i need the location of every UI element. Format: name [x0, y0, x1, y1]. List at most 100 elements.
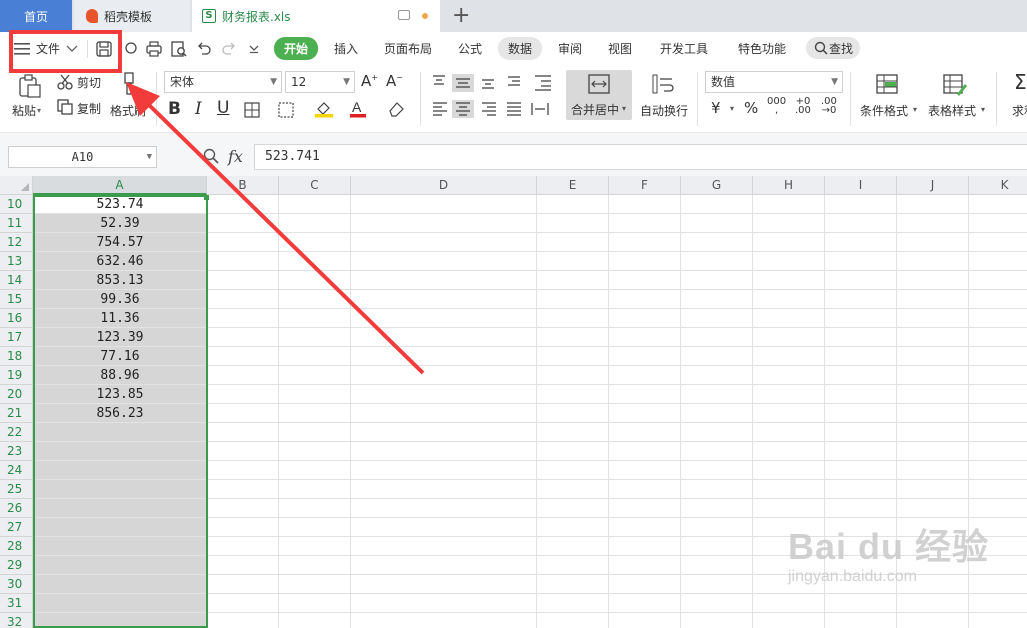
column-header-h[interactable]: H: [753, 176, 825, 195]
row-header[interactable]: 27: [0, 518, 33, 537]
undo-icon[interactable]: [197, 42, 211, 55]
row-header[interactable]: 12: [0, 233, 33, 252]
column-header-b[interactable]: B: [207, 176, 279, 195]
paste-dropdown-icon[interactable]: ▾: [37, 106, 41, 115]
number-format-value: 数值: [711, 75, 736, 89]
horizontal-align-icons[interactable]: [432, 100, 552, 118]
row-header[interactable]: 29: [0, 556, 33, 575]
fill-handle[interactable]: [204, 195, 209, 200]
decrease-decimal-icon[interactable]: .00 →0: [821, 97, 837, 116]
row-header[interactable]: 26: [0, 499, 33, 518]
paste-label[interactable]: 粘贴: [12, 102, 36, 119]
sum-button[interactable]: 求和: [1012, 102, 1027, 119]
sum-icon[interactable]: Σ: [1014, 70, 1027, 94]
tab-insert[interactable]: 插入: [334, 40, 358, 57]
tab-special-features[interactable]: 特色功能: [738, 40, 786, 57]
customize-toolbar-icon[interactable]: [249, 44, 259, 54]
font-name-select[interactable]: 宋体 ▼: [164, 71, 282, 93]
thousands-separator-icon[interactable]: 000,: [767, 97, 786, 116]
output-icon[interactable]: [124, 41, 138, 57]
insert-function-button[interactable]: fx: [228, 147, 243, 166]
row-header[interactable]: 20: [0, 385, 33, 404]
bold-icon[interactable]: B: [168, 99, 181, 119]
increase-font-icon[interactable]: A+: [361, 72, 378, 90]
number-format-select[interactable]: 数值 ▼: [705, 71, 843, 93]
row-header[interactable]: 11: [0, 214, 33, 233]
column-header-c[interactable]: C: [279, 176, 351, 195]
copy-button[interactable]: 复制: [77, 100, 101, 117]
conditional-format-button[interactable]: 条件格式: [860, 102, 908, 119]
italic-icon[interactable]: I: [195, 99, 202, 119]
column-header-g[interactable]: G: [681, 176, 753, 195]
currency-button[interactable]: ¥: [711, 99, 721, 117]
increase-decimal-icon[interactable]: +0.00: [795, 97, 811, 116]
row-header[interactable]: 17: [0, 328, 33, 347]
print-icon[interactable]: [146, 41, 162, 57]
column-header-e[interactable]: E: [537, 176, 609, 195]
select-all-corner[interactable]: [0, 176, 33, 195]
tab-formulas[interactable]: 公式: [458, 40, 482, 57]
underline-icon[interactable]: U: [217, 98, 229, 118]
tab-review[interactable]: 审阅: [558, 40, 582, 57]
tab-page-layout[interactable]: 页面布局: [384, 40, 432, 57]
column-header-f[interactable]: F: [609, 176, 681, 195]
redo-icon[interactable]: [222, 42, 236, 55]
percent-button[interactable]: %: [744, 99, 758, 117]
search-button[interactable]: 查找: [806, 37, 860, 59]
search-label: 查找: [829, 42, 854, 56]
row-header[interactable]: 13: [0, 252, 33, 271]
column-header-k[interactable]: K: [969, 176, 1027, 195]
row-header[interactable]: 14: [0, 271, 33, 290]
chevron-down-icon: ▼: [270, 77, 277, 87]
tab-docer-templates[interactable]: 稻壳模板: [74, 0, 190, 32]
clear-eraser-icon[interactable]: [387, 100, 405, 118]
tab-home[interactable]: 首页: [0, 0, 72, 32]
tab-view[interactable]: 视图: [608, 40, 632, 57]
cell-style-icon[interactable]: [278, 102, 296, 118]
paste-icon[interactable]: [17, 74, 41, 98]
tab-workbook[interactable]: S 财务报表.xls: [192, 0, 440, 32]
row-header[interactable]: 23: [0, 442, 33, 461]
font-size-select[interactable]: 12 ▼: [285, 71, 355, 93]
row-header[interactable]: 10: [0, 195, 33, 214]
font-color-icon[interactable]: A: [349, 100, 367, 118]
column-header-d[interactable]: D: [351, 176, 537, 195]
zoom-lookup-icon[interactable]: [203, 148, 219, 164]
row-header[interactable]: 28: [0, 537, 33, 556]
print-preview-icon[interactable]: [171, 41, 187, 57]
row-header[interactable]: 24: [0, 461, 33, 480]
indent-icon[interactable]: [534, 74, 554, 92]
row-header[interactable]: 16: [0, 309, 33, 328]
fill-color-icon[interactable]: [314, 100, 334, 118]
row-header[interactable]: 19: [0, 366, 33, 385]
border-icon[interactable]: [244, 102, 260, 118]
wrap-text-icon[interactable]: [652, 74, 676, 94]
row-header[interactable]: 32: [0, 613, 33, 628]
chevron-down-icon: ▾: [981, 105, 986, 114]
vertical-align-icons[interactable]: [432, 74, 532, 92]
row-header[interactable]: 21: [0, 404, 33, 423]
column-header-j[interactable]: J: [897, 176, 969, 195]
cut-button[interactable]: 剪切: [77, 74, 101, 91]
name-box[interactable]: A10 ▼: [8, 146, 157, 168]
window-pin-icon[interactable]: [398, 10, 410, 20]
new-tab-button[interactable]: +: [452, 2, 470, 30]
tab-developer[interactable]: 开发工具: [660, 40, 708, 57]
format-painter-button[interactable]: 格式刷: [110, 102, 146, 119]
font-name-value: 宋体: [170, 75, 195, 89]
row-header[interactable]: 15: [0, 290, 33, 309]
row-header[interactable]: 25: [0, 480, 33, 499]
formula-input[interactable]: 523.741: [254, 144, 1027, 170]
column-header-i[interactable]: I: [825, 176, 897, 195]
auto-wrap-button[interactable]: 自动换行: [640, 102, 688, 119]
row-header[interactable]: 31: [0, 594, 33, 613]
row-header[interactable]: 18: [0, 347, 33, 366]
tab-data[interactable]: 数据: [498, 37, 543, 60]
tab-start[interactable]: 开始: [274, 37, 319, 60]
row-header[interactable]: 22: [0, 423, 33, 442]
column-header-a[interactable]: A: [33, 176, 207, 195]
decrease-font-icon[interactable]: A−: [386, 72, 403, 90]
table-style-button[interactable]: 表格样式: [928, 102, 976, 119]
row-header[interactable]: 30: [0, 575, 33, 594]
merge-center-button[interactable]: 合并居中 ▾: [566, 70, 632, 120]
